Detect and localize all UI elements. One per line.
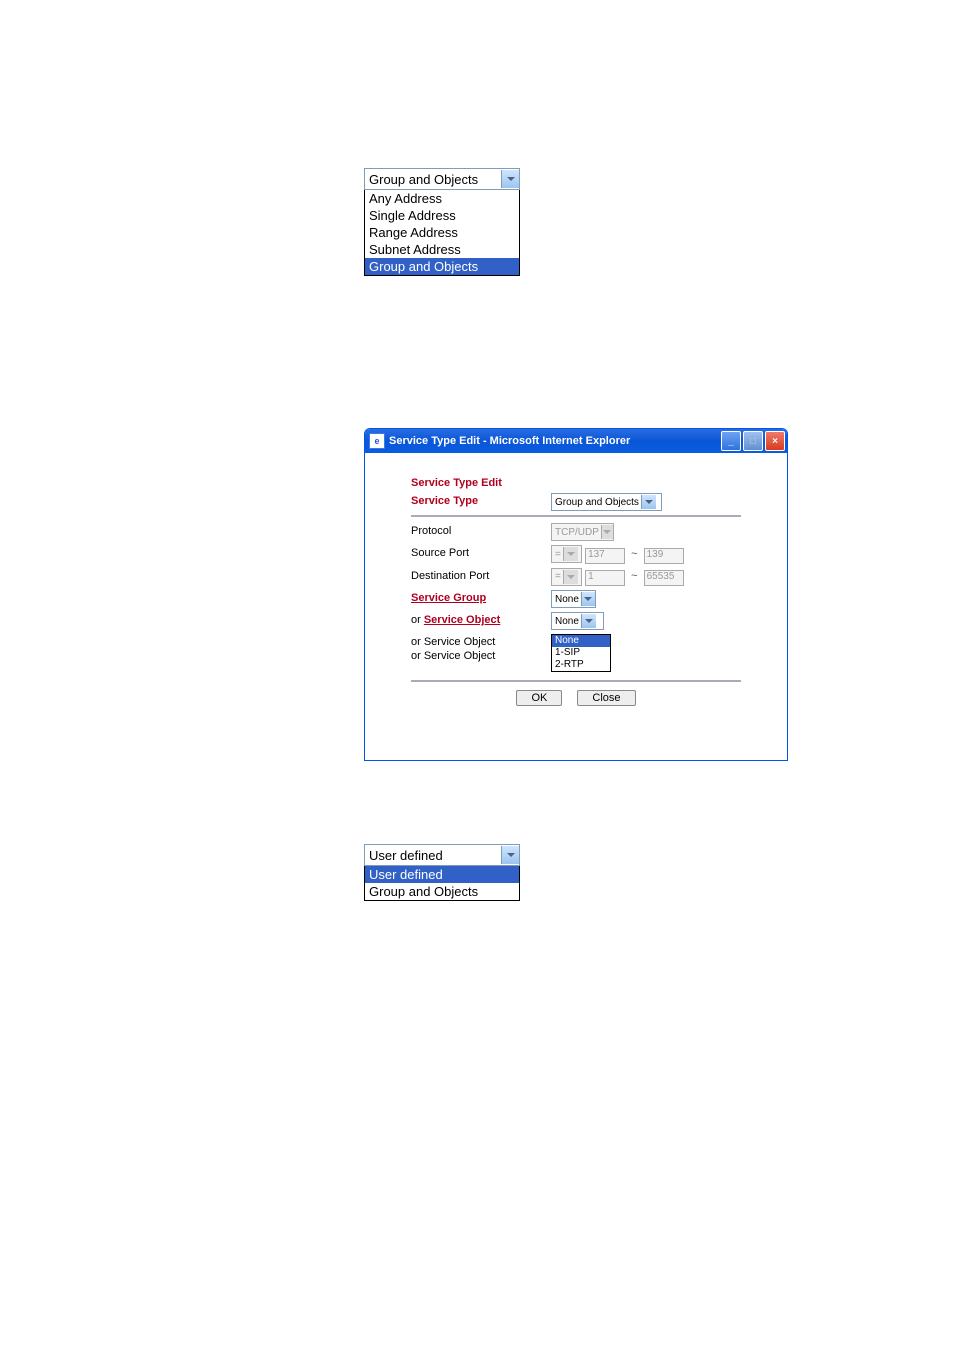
chevron-down-icon[interactable] [501,170,519,188]
window-title: Service Type Edit - Microsoft Internet E… [389,435,630,447]
select-value: = [555,571,561,582]
divider [411,515,741,517]
dropdown-list[interactable]: Any Address Single Address Range Address… [364,190,520,276]
service-object-label: or Service Object [411,612,551,626]
protocol-label: Protocol [411,523,551,537]
chevron-down-icon[interactable] [581,592,595,606]
dropdown-option[interactable]: Range Address [365,224,519,241]
maximize-button[interactable]: □ [743,431,763,451]
chevron-down-icon [601,525,613,539]
source-port-op-select: = [551,545,582,563]
select-value: None [555,616,579,627]
divider [411,680,741,682]
dropdown-selected-text: User defined [369,848,443,863]
service-type-label: Service Type [411,493,551,507]
dropdown-option[interactable]: Subnet Address [365,241,519,258]
chevron-down-icon[interactable] [581,614,596,628]
source-port-from-input: 137 [585,548,625,564]
service-type-select[interactable]: Group and Objects [551,493,662,511]
protocol-select: TCP/UDP [551,523,614,541]
section-title: Service Type Edit [411,477,741,489]
chevron-down-icon[interactable] [501,846,519,864]
service-object3-label: or Service Object [411,648,551,662]
service-object2-label: or Service Object [411,634,551,648]
close-button[interactable]: × [765,431,785,451]
dropdown-list[interactable]: User defined Group and Objects [364,866,520,901]
dest-port-label: Destination Port [411,568,551,582]
dropdown-option[interactable]: None [552,635,610,647]
dropdown-option[interactable]: 1-SIP [552,647,610,659]
chevron-down-icon [563,547,578,561]
minimize-button[interactable]: _ [721,431,741,451]
ok-button[interactable]: OK [516,690,562,706]
select-value: None [555,594,579,605]
service-type-edit-window: e Service Type Edit - Microsoft Internet… [364,428,788,761]
source-port-to-input: 139 [644,548,684,564]
ie-icon: e [369,433,385,449]
close-button[interactable]: Close [577,690,635,706]
source-port-label: Source Port [411,545,551,559]
select-value: TCP/UDP [555,527,599,538]
dest-port-to-input: 65535 [644,570,684,586]
dropdown-option[interactable]: Single Address [365,207,519,224]
dest-port-from-input: 1 [585,570,625,586]
dest-port-op-select: = [551,568,582,586]
tilde: ~ [631,570,637,582]
chevron-down-icon [563,570,578,584]
service-object-select[interactable]: None [551,612,604,630]
service-object-options[interactable]: None 1-SIP 2-RTP [551,634,611,672]
service-group-label: Service Group [411,590,551,604]
dropdown-option[interactable]: Group and Objects [365,258,519,275]
tilde: ~ [631,548,637,560]
chevron-down-icon[interactable] [641,495,656,509]
user-defined-dropdown[interactable]: User defined User defined Group and Obje… [364,844,520,901]
address-type-dropdown[interactable]: Group and Objects Any Address Single Add… [364,168,520,276]
dropdown-option[interactable]: Group and Objects [365,883,519,900]
dropdown-option[interactable]: 2-RTP [552,659,610,671]
dropdown-option[interactable]: User defined [365,866,519,883]
service-group-select[interactable]: None [551,590,596,608]
dropdown-option[interactable]: Any Address [365,190,519,207]
select-value: = [555,549,561,560]
dropdown-selected[interactable]: User defined [364,844,520,866]
dropdown-selected[interactable]: Group and Objects [364,168,520,190]
select-value: Group and Objects [555,497,639,508]
window-title-bar[interactable]: e Service Type Edit - Microsoft Internet… [365,429,787,453]
dropdown-selected-text: Group and Objects [369,172,478,187]
